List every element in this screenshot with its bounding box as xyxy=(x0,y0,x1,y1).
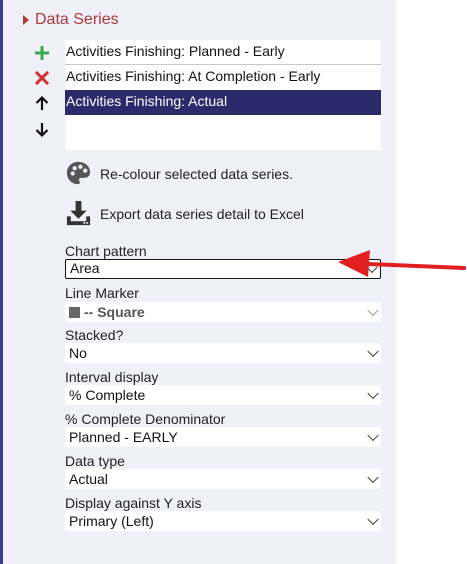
x-icon[interactable] xyxy=(31,67,53,89)
section-title: Data Series xyxy=(35,11,119,28)
arrow-up-icon[interactable] xyxy=(31,92,53,114)
arrow-down-icon[interactable] xyxy=(31,119,53,141)
chevron-down-icon xyxy=(367,304,379,317)
interval-display-label: Interval display xyxy=(65,369,159,385)
export-label: Export data series detail to Excel xyxy=(100,205,304,222)
series-item[interactable]: Activities Finishing: Planned - Early xyxy=(65,40,381,65)
red-arrow-annotation xyxy=(338,250,466,277)
y-axis-label: Display against Y axis xyxy=(65,495,202,511)
series-list[interactable]: Activities Finishing: Planned - Early Ac… xyxy=(65,40,381,150)
chevron-down-icon xyxy=(367,387,379,400)
y-axis-select[interactable]: Primary (Left) xyxy=(65,511,381,531)
chevron-down-icon xyxy=(367,345,379,358)
stacked-label: Stacked? xyxy=(65,327,124,343)
chevron-down-icon xyxy=(367,429,379,442)
chevron-down-icon xyxy=(367,471,379,484)
y-axis-value: Primary (Left) xyxy=(69,513,154,529)
complete-denominator-value: Planned - EARLY xyxy=(69,429,178,445)
chart-pattern-label: Chart pattern xyxy=(65,243,147,259)
stacked-value: No xyxy=(69,345,87,361)
recolour-button[interactable]: Re-colour selected data series. xyxy=(65,160,293,187)
data-type-label: Data type xyxy=(65,453,125,469)
chart-pattern-value: Area xyxy=(70,260,100,276)
line-marker-select[interactable]: -- Square xyxy=(65,302,381,322)
interval-display-value: % Complete xyxy=(69,387,146,403)
chevron-down-icon xyxy=(367,513,379,526)
series-item-selected[interactable]: Activities Finishing: Actual xyxy=(65,90,381,115)
data-type-select[interactable]: Actual xyxy=(65,469,381,489)
square-marker-icon xyxy=(69,307,80,318)
plus-icon[interactable] xyxy=(31,42,53,64)
line-marker-value: -- Square xyxy=(84,304,145,320)
palette-icon xyxy=(66,161,91,185)
recolour-label: Re-colour selected data series. xyxy=(100,165,293,182)
caret-right-icon xyxy=(23,15,29,25)
complete-denominator-label: % Complete Denominator xyxy=(65,411,226,427)
complete-denominator-select[interactable]: Planned - EARLY xyxy=(65,427,381,447)
data-type-value: Actual xyxy=(69,471,108,487)
stacked-select[interactable]: No xyxy=(65,343,381,363)
line-marker-label: Line Marker xyxy=(65,285,139,301)
download-icon xyxy=(66,200,91,226)
export-excel-button[interactable]: Export data series detail to Excel xyxy=(65,200,304,227)
series-item[interactable]: Activities Finishing: At Completion - Ea… xyxy=(65,65,381,90)
section-header[interactable]: Data Series xyxy=(23,11,119,29)
interval-display-select[interactable]: % Complete xyxy=(65,385,381,405)
